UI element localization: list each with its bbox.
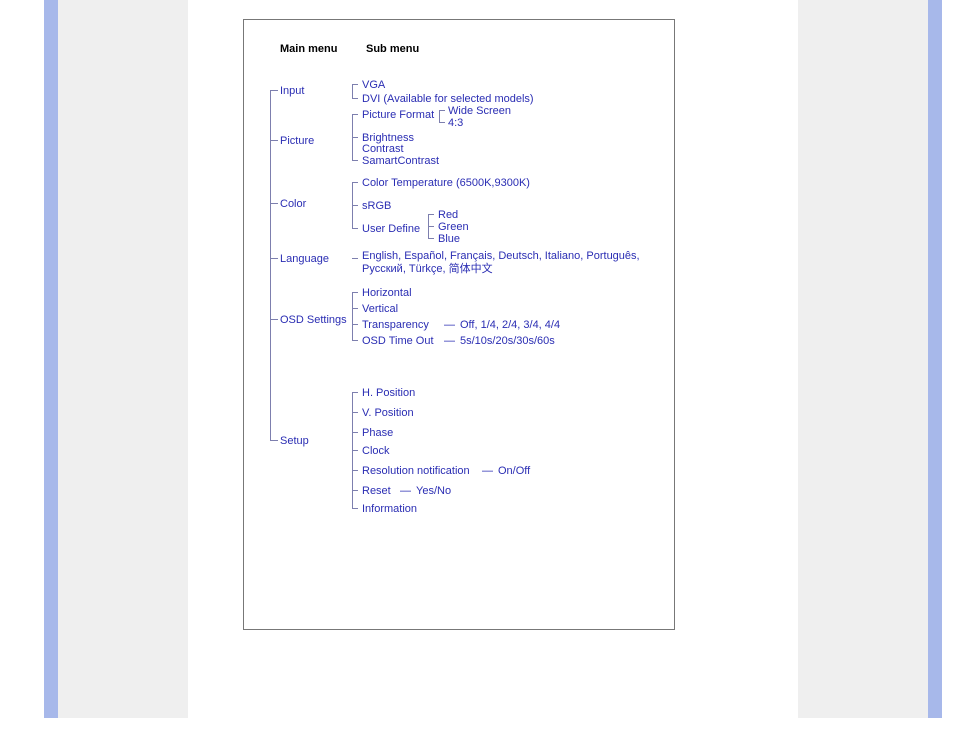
setup-clock: Clock: [362, 444, 390, 458]
tree-tick: [352, 508, 358, 509]
osd-timeout: OSD Time Out: [362, 334, 434, 348]
setup-reset: Reset: [362, 484, 391, 498]
tree-tick: [270, 258, 278, 259]
tree-tick: [352, 84, 358, 85]
tree-tick: [428, 226, 434, 227]
tree-spine: [270, 90, 271, 440]
tree-tick: [352, 98, 358, 99]
color-blue: Blue: [438, 232, 460, 246]
tree-tick: [270, 319, 278, 320]
dash: —: [444, 318, 455, 332]
tree-tick: [428, 238, 434, 239]
decorative-bar-left: [44, 0, 58, 718]
tree-tick: [352, 160, 358, 161]
setup-info: Information: [362, 502, 417, 516]
menu-picture: Picture: [280, 134, 314, 148]
tree-tick: [352, 228, 358, 229]
tree-tick: [352, 182, 358, 183]
language-list-2: Русский, Türkçe, 简体中文: [362, 262, 493, 276]
osd-transparency: Transparency: [362, 318, 429, 332]
tree-tick: [270, 203, 278, 204]
tree-tick: [352, 450, 358, 451]
osd-transparency-values: Off, 1/4, 2/4, 3/4, 4/4: [460, 318, 560, 332]
menu-setup: Setup: [280, 434, 309, 448]
input-vga: VGA: [362, 78, 385, 92]
color-srgb: sRGB: [362, 199, 391, 213]
decorative-bar-right: [928, 0, 942, 718]
tree-branch: [352, 292, 353, 340]
setup-hpos: H. Position: [362, 386, 415, 400]
setup-resnotif-values: On/Off: [498, 464, 530, 478]
tree-tick: [439, 122, 445, 123]
color-user: User Define: [362, 222, 420, 236]
setup-reset-values: Yes/No: [416, 484, 451, 498]
menu-color: Color: [280, 197, 306, 211]
page: Main menu Sub menu Input Picture Color L…: [0, 0, 954, 738]
tree-tick: [352, 324, 358, 325]
tree-tick: [352, 308, 358, 309]
page-margin-left: [58, 0, 188, 718]
osd-timeout-values: 5s/10s/20s/30s/60s: [460, 334, 555, 348]
setup-resnotif: Resolution notification: [362, 464, 470, 478]
tree-tick: [352, 137, 358, 138]
tree-tick: [428, 214, 434, 215]
dash: —: [482, 464, 493, 478]
menu-osd: OSD Settings: [280, 313, 347, 327]
osd-horizontal: Horizontal: [362, 286, 412, 300]
tree-tick: [352, 432, 358, 433]
color-temp: Color Temperature (6500K,9300K): [362, 176, 530, 190]
tree-branch: [352, 84, 353, 98]
picture-format-43: 4:3: [448, 116, 463, 130]
tree-tick: [352, 490, 358, 491]
dash: —: [444, 334, 455, 348]
tree-tick: [352, 258, 358, 259]
tree-tick: [352, 392, 358, 393]
picture-format: Picture Format: [362, 108, 434, 122]
tree-tick: [270, 440, 278, 441]
dash: —: [400, 484, 411, 498]
tree-tick: [352, 292, 358, 293]
tree-tick: [439, 110, 445, 111]
menu-input: Input: [280, 84, 304, 98]
osd-menu-panel: Main menu Sub menu Input Picture Color L…: [243, 19, 675, 630]
header-sub: Sub menu: [366, 42, 419, 56]
osd-vertical: Vertical: [362, 302, 398, 316]
tree-branch: [439, 110, 440, 122]
menu-language: Language: [280, 252, 329, 266]
tree-tick: [352, 114, 358, 115]
header-main: Main menu: [280, 42, 337, 56]
tree-tick: [352, 340, 358, 341]
tree-tick: [352, 470, 358, 471]
tree-tick: [352, 205, 358, 206]
tree-tick: [270, 140, 278, 141]
tree-tick: [352, 412, 358, 413]
setup-phase: Phase: [362, 426, 393, 440]
picture-smart: SamartContrast: [362, 154, 439, 168]
language-list-1: English, Español, Français, Deutsch, Ita…: [362, 249, 640, 263]
page-margin-right: [798, 0, 928, 718]
setup-vpos: V. Position: [362, 406, 414, 420]
tree-tick: [270, 90, 278, 91]
